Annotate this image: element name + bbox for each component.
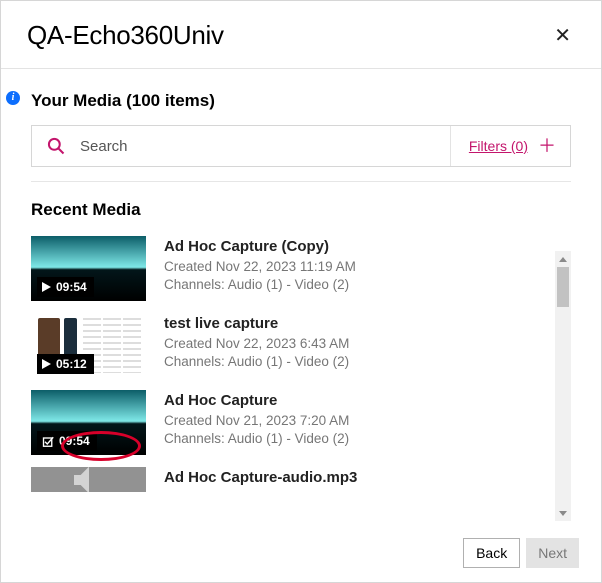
- scroll-down-button[interactable]: [555, 505, 571, 521]
- media-title: Ad Hoc Capture (Copy): [164, 238, 557, 255]
- play-icon: [42, 282, 51, 292]
- media-created: Created Nov 22, 2023 6:43 AM: [164, 335, 557, 353]
- duration-badge: 09:54: [37, 431, 97, 451]
- media-item[interactable]: 05:12 test live capture Created Nov 22, …: [31, 313, 557, 378]
- media-list: 09:54 Ad Hoc Capture (Copy) Created Nov …: [31, 236, 571, 506]
- media-meta: test live capture Created Nov 22, 2023 6…: [164, 313, 557, 371]
- close-icon[interactable]: ✕: [550, 19, 575, 52]
- media-thumbnail: 09:54: [31, 236, 146, 301]
- filters-button[interactable]: Filters (0) ＋: [450, 126, 570, 166]
- your-media-heading: Your Media (100 items): [31, 91, 571, 111]
- search-box: [32, 126, 450, 166]
- duration-badge: 09:54: [37, 277, 94, 297]
- filters-label: Filters (0): [469, 138, 528, 154]
- media-title: test live capture: [164, 315, 557, 332]
- media-thumbnail: [31, 467, 146, 492]
- media-channels: Channels: Audio (1) - Video (2): [164, 353, 557, 371]
- scrollbar[interactable]: [555, 251, 571, 521]
- media-picker-dialog: QA-Echo360Univ ✕ i Your Media (100 items…: [0, 0, 602, 583]
- recent-media-heading: Recent Media: [31, 200, 571, 220]
- search-icon: [46, 136, 66, 156]
- media-channels: Channels: Audio (1) - Video (2): [164, 276, 557, 294]
- media-meta: Ad Hoc Capture-audio.mp3: [164, 467, 557, 489]
- dialog-title: QA-Echo360Univ: [27, 20, 224, 51]
- search-filters-bar: Filters (0) ＋: [31, 125, 571, 167]
- scrollbar-thumb[interactable]: [557, 267, 569, 307]
- media-item[interactable]: 09:54 Ad Hoc Capture Created Nov 21, 202…: [31, 390, 557, 455]
- next-button[interactable]: Next: [526, 538, 579, 568]
- media-item[interactable]: 09:54 Ad Hoc Capture (Copy) Created Nov …: [31, 236, 557, 301]
- dialog-header: QA-Echo360Univ ✕: [1, 1, 601, 68]
- duration-text: 05:12: [56, 357, 87, 371]
- chevron-up-icon: [559, 257, 567, 262]
- plus-icon: ＋: [538, 137, 556, 155]
- media-thumbnail: 05:12: [31, 313, 146, 378]
- dialog-footer: Back Next: [1, 524, 601, 582]
- checkbox-icon: [42, 435, 54, 447]
- play-icon: [42, 359, 51, 369]
- duration-text: 09:54: [56, 280, 87, 294]
- chevron-down-icon: [559, 511, 567, 516]
- media-title: Ad Hoc Capture: [164, 392, 557, 409]
- media-meta: Ad Hoc Capture (Copy) Created Nov 22, 20…: [164, 236, 557, 294]
- media-channels: Channels: Audio (1) - Video (2): [164, 430, 557, 448]
- media-created: Created Nov 22, 2023 11:19 AM: [164, 258, 557, 276]
- media-created: Created Nov 21, 2023 7:20 AM: [164, 412, 557, 430]
- media-item[interactable]: Ad Hoc Capture-audio.mp3: [31, 467, 557, 492]
- duration-text: 09:54: [59, 434, 90, 448]
- back-button[interactable]: Back: [463, 538, 520, 568]
- media-thumbnail: 09:54: [31, 390, 146, 455]
- dialog-body: i Your Media (100 items) Filters (0) ＋ R…: [1, 69, 601, 506]
- info-icon[interactable]: i: [6, 91, 20, 105]
- search-input[interactable]: [80, 138, 436, 155]
- media-title: Ad Hoc Capture-audio.mp3: [164, 469, 557, 486]
- media-meta: Ad Hoc Capture Created Nov 21, 2023 7:20…: [164, 390, 557, 448]
- audio-icon: [69, 467, 109, 492]
- duration-badge: 05:12: [37, 354, 94, 374]
- divider: [31, 181, 571, 182]
- scroll-up-button[interactable]: [555, 251, 571, 267]
